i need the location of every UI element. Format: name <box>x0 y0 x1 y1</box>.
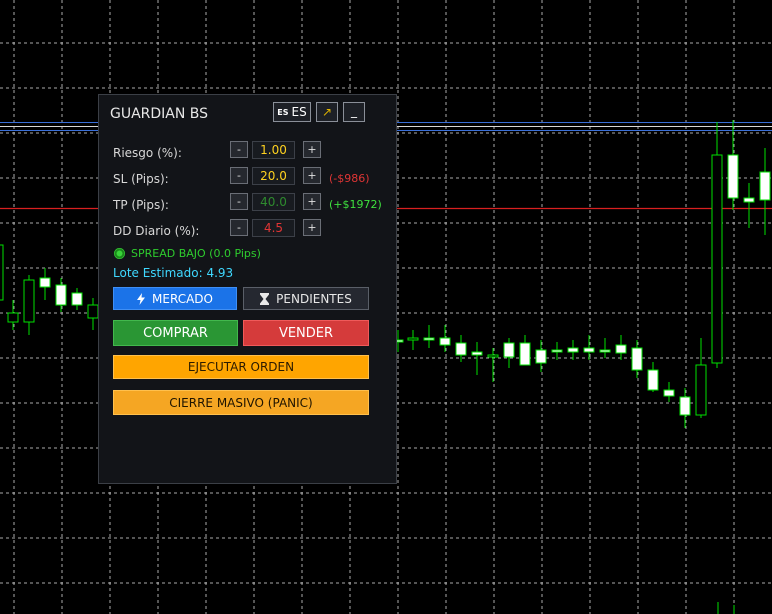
ejecutar-orden-button[interactable]: EJECUTAR ORDEN <box>113 355 369 379</box>
minimize-icon: _ <box>351 104 357 118</box>
candle-body <box>71 292 83 306</box>
candle-body <box>471 351 483 356</box>
candle-body <box>23 279 35 323</box>
cierre-masivo-button[interactable]: CIERRE MASIVO (PANIC) <box>113 390 369 415</box>
dd-plus-button[interactable]: + <box>303 219 321 236</box>
spread-label: SPREAD BAJO (0.0 Pips) <box>131 247 261 260</box>
candle-body <box>647 369 659 391</box>
mercado-button[interactable]: MERCADO <box>113 287 237 310</box>
candle-body <box>7 312 19 323</box>
candle-body <box>55 284 67 306</box>
candle-body <box>487 354 499 358</box>
flag-icon: ES <box>277 107 289 117</box>
candle-body <box>663 389 675 397</box>
mercado-label: MERCADO <box>152 291 213 306</box>
status-dot-icon <box>114 248 125 259</box>
candle-body <box>407 337 419 341</box>
dd-minus-button[interactable]: - <box>230 219 248 236</box>
expand-icon: ↗ <box>321 105 333 119</box>
candle-body <box>535 349 547 364</box>
language-label: ES <box>291 105 307 119</box>
riesgo-plus-button[interactable]: + <box>303 141 321 158</box>
candle-body <box>615 344 627 354</box>
riesgo-input[interactable]: 1.00 <box>252 141 295 159</box>
spread-status: SPREAD BAJO (0.0 Pips) <box>114 247 261 260</box>
candle-body <box>39 277 51 288</box>
language-button[interactable]: ES ES <box>273 102 311 122</box>
sl-input[interactable]: 20.0 <box>252 167 295 185</box>
panel-title: GUARDIAN BS <box>110 106 209 122</box>
riesgo-minus-button[interactable]: - <box>230 141 248 158</box>
candle-body <box>87 304 99 319</box>
riesgo-label: Riesgo (%): <box>113 146 182 160</box>
dd-label: DD Diario (%): <box>113 224 200 238</box>
candle-body <box>695 364 707 416</box>
sl-label: SL (Pips): <box>113 172 169 186</box>
candle-body <box>583 347 595 353</box>
lightning-icon <box>137 292 146 305</box>
guardian-panel: GUARDIAN BS ES ES ↗ _ Riesgo (%): - 1.00… <box>98 94 397 484</box>
candle-body <box>455 342 467 356</box>
hourglass-icon <box>260 292 270 305</box>
candle-body <box>439 337 451 346</box>
tp-input[interactable]: 40.0 <box>252 193 295 211</box>
tp-plus-button[interactable]: + <box>303 193 321 210</box>
candle-body <box>631 347 643 371</box>
candle-body <box>727 154 739 199</box>
candle-body <box>423 337 435 341</box>
expand-button[interactable]: ↗ <box>316 102 338 122</box>
candle-body <box>503 342 515 358</box>
tp-amount: (+$1972) <box>329 198 382 211</box>
comprar-button[interactable]: COMPRAR <box>113 320 238 346</box>
sl-plus-button[interactable]: + <box>303 167 321 184</box>
candle-body <box>599 349 611 353</box>
candle-body <box>0 244 4 301</box>
pendientes-button[interactable]: PENDIENTES <box>243 287 369 310</box>
candle-body <box>567 347 579 353</box>
candle-body <box>679 396 691 416</box>
pendientes-label: PENDIENTES <box>276 291 352 306</box>
sl-minus-button[interactable]: - <box>230 167 248 184</box>
candle-body <box>759 171 771 201</box>
candle-body <box>519 342 531 366</box>
candle-body <box>743 197 755 203</box>
sl-amount: (-$986) <box>329 172 370 185</box>
tp-minus-button[interactable]: - <box>230 193 248 210</box>
lote-estimado: Lote Estimado: 4.93 <box>113 266 234 280</box>
vender-button[interactable]: VENDER <box>243 320 369 346</box>
tp-label: TP (Pips): <box>113 198 169 212</box>
minimize-button[interactable]: _ <box>343 102 365 122</box>
candle-body <box>551 349 563 353</box>
candle-body <box>711 154 723 364</box>
dd-input[interactable]: 4.5 <box>252 219 295 237</box>
